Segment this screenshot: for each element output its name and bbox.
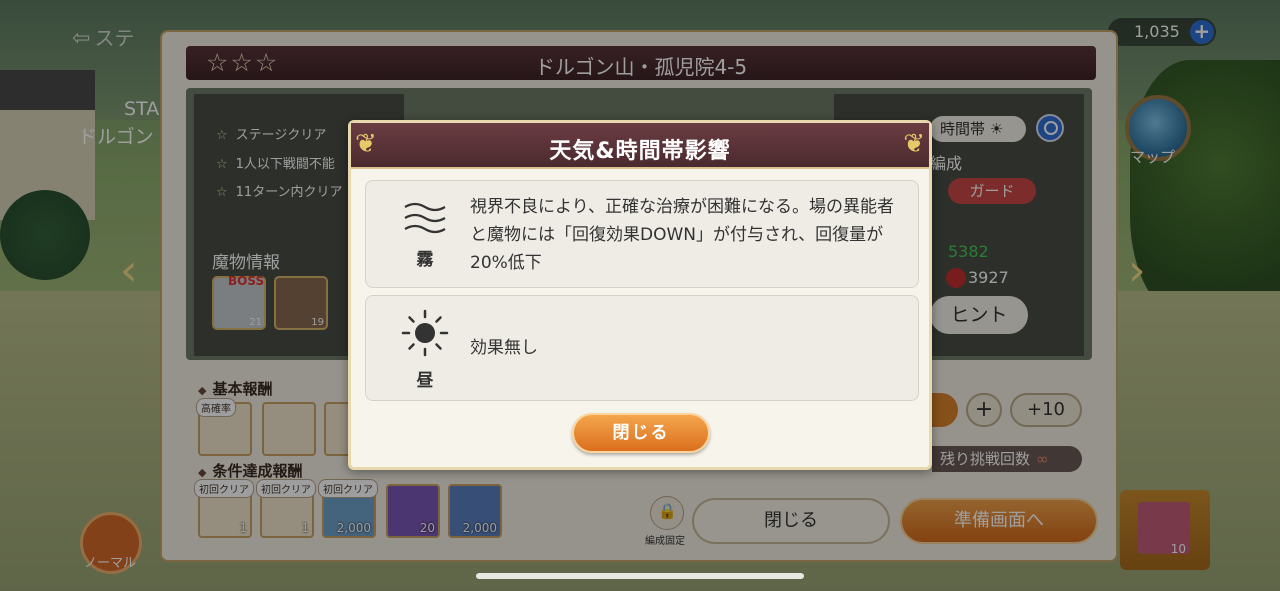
condition-reward-title: ◆ 条件達成報酬 xyxy=(198,460,302,481)
back-label: ステ xyxy=(94,26,135,50)
first-clear-tag: 初回クリア xyxy=(318,479,378,498)
sun-icon xyxy=(401,309,449,357)
sun-description: 効果無し xyxy=(470,338,538,358)
item-count: 2,000 xyxy=(336,521,371,535)
modal-title: 天気&時間帯影響 xyxy=(549,139,731,164)
side-item-card[interactable]: 10 xyxy=(1120,490,1210,570)
retry-value: ∞ xyxy=(1036,450,1049,468)
monster[interactable]: 19 xyxy=(274,276,328,330)
next-stage-arrow-icon[interactable]: › xyxy=(1128,245,1146,296)
objective-1: ☆ ステージクリア xyxy=(216,124,326,143)
weather-info-search-button[interactable] xyxy=(1036,114,1064,142)
item-count: 2,000 xyxy=(462,521,497,535)
first-clear-tag: 初回クリア xyxy=(194,479,254,498)
retry-label: 残り挑戦回数 xyxy=(940,450,1031,468)
item-count: 1 xyxy=(239,521,247,535)
objective-2: ☆ 1人以下戦闘不能 xyxy=(216,153,335,172)
reward-item[interactable] xyxy=(262,402,316,456)
fog-effect-card: 霧 視界不良により、正確な治療が困難になる。場の異能者と魔物には「回復効果DOW… xyxy=(365,180,919,288)
power-icon xyxy=(946,268,966,288)
home-indicator[interactable] xyxy=(476,573,804,579)
stage-title-bar: ☆☆☆ ドルゴン山・孤児院4-5 xyxy=(186,46,1096,80)
objective-label: 11ターン内クリア xyxy=(235,185,343,200)
side-item-count: 10 xyxy=(1170,542,1186,556)
sun-effect-card: 昼 効果無し xyxy=(365,295,919,401)
stage-label: STA xyxy=(124,98,160,120)
basic-reward-title: ◆ 基本報酬 xyxy=(198,378,272,399)
map-label: マップ xyxy=(1130,148,1176,166)
crystal-reward-item[interactable]: 20 xyxy=(386,484,440,538)
prepare-screen-button[interactable]: 準備画面へ xyxy=(900,498,1098,544)
fog-icon-wrap: 霧 xyxy=(388,199,462,270)
modal-header: ❦ 天気&時間帯影響 ❦ xyxy=(351,123,929,169)
ornament-right-icon: ❦ xyxy=(903,129,925,159)
guard-badge: ガード xyxy=(948,178,1036,204)
fog-description: 視界不良により、正確な治療が困難になる。場の異能者と魔物には「回復効果DOWN」… xyxy=(470,197,894,273)
stage-name: ドルゴン xyxy=(78,126,154,148)
formation-lock-button[interactable] xyxy=(650,496,684,530)
orb-reward-item[interactable]: 2,000 xyxy=(448,484,502,538)
recommended-power: 5382 xyxy=(948,242,989,261)
sun-small-icon: ☀ xyxy=(989,120,1004,138)
normal-mode-label: ノーマル xyxy=(84,556,137,571)
time-of-day-pill: 時間帯 ☀ xyxy=(930,116,1026,142)
objective-label: ステージクリア xyxy=(235,128,327,143)
monster-level: 19 xyxy=(311,317,324,328)
previous-stage-arrow-icon[interactable]: ‹ xyxy=(120,245,138,296)
hint-button[interactable]: ヒント xyxy=(930,296,1028,334)
formation-lock-label: 編成固定 xyxy=(645,536,685,547)
objective-star-icon: ☆ xyxy=(216,157,228,172)
back-arrow-icon: ⇦ xyxy=(72,26,91,51)
stage-close-button[interactable]: 閉じる xyxy=(692,498,890,544)
high-rate-tag: 高確率 xyxy=(196,398,236,417)
plus-button[interactable]: + xyxy=(966,393,1002,427)
stage-title: ドルゴン山・孤児院4-5 xyxy=(534,55,748,79)
formation-label: 編成 xyxy=(930,154,963,173)
monster-boss[interactable]: BOSS 21 xyxy=(212,274,266,330)
modal-close-button[interactable]: 閉じる xyxy=(572,413,710,453)
sun-label: 昼 xyxy=(416,371,434,391)
weather-time-modal: ❦ 天気&時間帯影響 ❦ 霧 視界不良により、正確な治療が困難になる。場の異能者… xyxy=(348,120,932,470)
objective-label: 1人以下戦闘不能 xyxy=(235,157,335,172)
item-count: 20 xyxy=(419,521,435,535)
resource-value: 1,035 xyxy=(1134,22,1180,41)
fog-label: 霧 xyxy=(416,250,434,270)
plus-ten-button[interactable]: +10 xyxy=(1010,393,1082,427)
add-resource-button[interactable]: + xyxy=(1189,20,1214,44)
basic-reward-label: 基本報酬 xyxy=(212,380,273,398)
time-label: 時間帯 xyxy=(940,120,986,138)
party-power: 3927 xyxy=(968,268,1009,287)
condition-reward-label: 条件達成報酬 xyxy=(212,462,303,480)
boss-tag: BOSS xyxy=(228,274,265,288)
sun-icon-wrap: 昼 xyxy=(388,308,462,391)
back-button[interactable]: ⇦ ステ xyxy=(72,22,134,51)
diamond-bullet-icon: ◆ xyxy=(198,466,207,479)
retry-count-pill: 残り挑戦回数 ∞ xyxy=(932,446,1082,472)
item-count: 1 xyxy=(301,521,309,535)
diamond-bullet-icon: ◆ xyxy=(198,384,207,397)
tree-left xyxy=(0,190,90,280)
monster-level: 21 xyxy=(249,317,262,328)
fog-icon xyxy=(404,202,446,234)
objective-3: ☆ 11ターン内クリア xyxy=(216,181,343,200)
first-clear-tag: 初回クリア xyxy=(256,479,316,498)
objective-star-icon: ☆ xyxy=(216,185,228,200)
monster-info-header: 魔物情報 xyxy=(212,253,280,273)
resource-counter: 1,035 + xyxy=(1108,18,1216,46)
objective-star-icon: ☆ xyxy=(216,128,228,143)
